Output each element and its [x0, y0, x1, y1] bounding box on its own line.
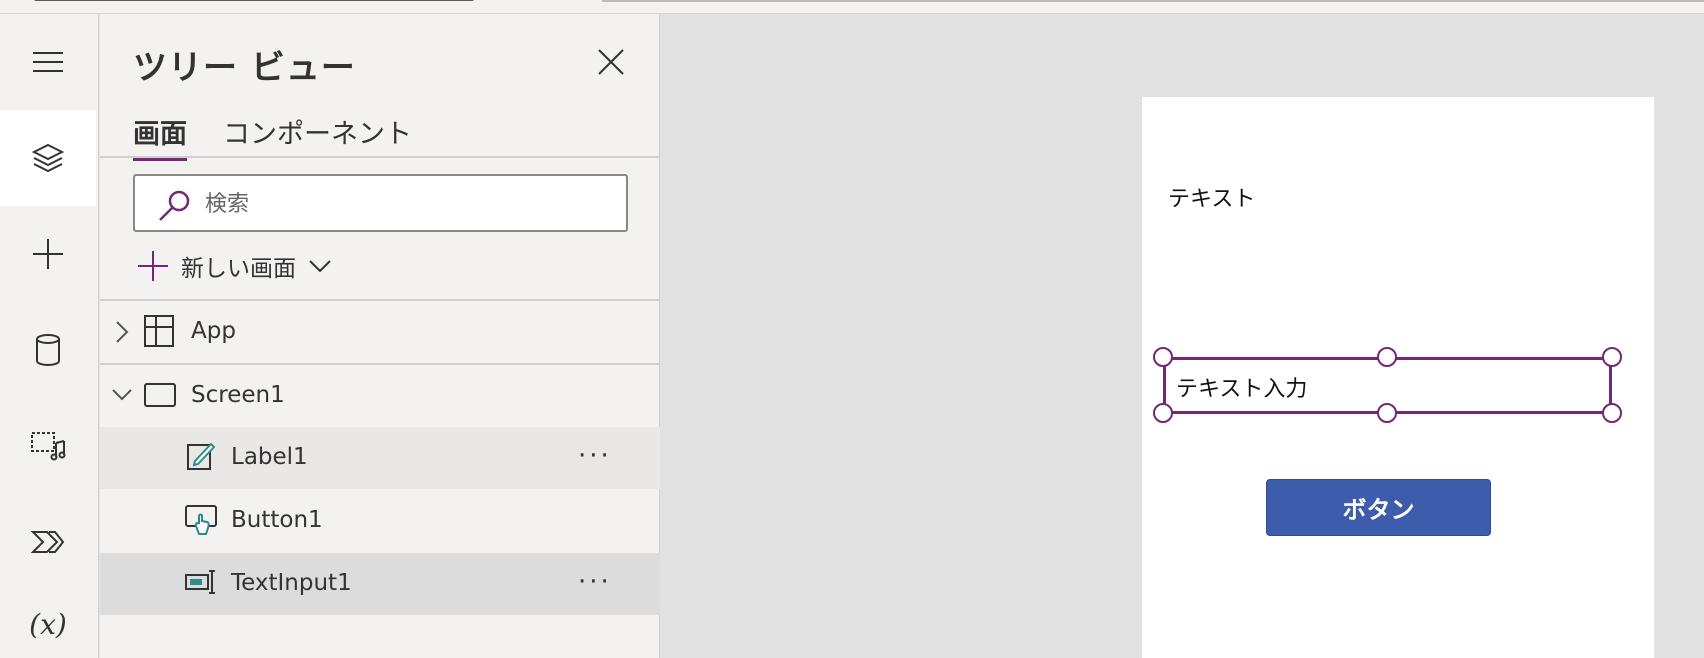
app-grid-icon: [144, 315, 174, 347]
panel-title: ツリー ビュー: [133, 48, 356, 88]
hamburger-menu-icon: [33, 52, 63, 72]
power-automate-button[interactable]: [0, 494, 96, 590]
tree-view-panel: ツリー ビュー 画面 コンポーネント 新しい画面 App Screen1 Lab…: [100, 14, 660, 658]
label-edit-icon: [187, 442, 215, 470]
database-icon: [36, 334, 60, 367]
tree-item-label: App: [191, 318, 236, 344]
resize-handle[interactable]: [1377, 347, 1397, 367]
new-screen-button[interactable]: 新しい画面: [137, 246, 332, 286]
tree-item-screen1[interactable]: Screen1: [100, 365, 660, 427]
tree-item-textinput1[interactable]: TextInput1 ···: [100, 553, 660, 615]
power-automate-icon: [31, 531, 65, 553]
search-input[interactable]: [205, 186, 605, 222]
screen-icon: [144, 383, 176, 407]
button-control[interactable]: ボタン: [1266, 479, 1491, 536]
chevron-down-icon[interactable]: [111, 388, 133, 402]
plus-icon: [138, 251, 168, 281]
more-options-icon[interactable]: ···: [578, 441, 612, 471]
close-button[interactable]: [594, 45, 628, 79]
tabs-divider: [100, 156, 660, 158]
data-button[interactable]: [0, 302, 96, 398]
top-strip: [0, 0, 1704, 14]
tree-item-label1[interactable]: Label1 ···: [100, 427, 660, 489]
new-screen-label: 新しい画面: [181, 256, 296, 282]
text-input-value: テキスト入力: [1176, 377, 1308, 402]
tree-item-app[interactable]: App: [100, 301, 660, 363]
tree-item-label: TextInput1: [231, 570, 352, 596]
resize-handle[interactable]: [1153, 403, 1173, 423]
search-icon: [159, 190, 190, 221]
plus-icon: [33, 239, 63, 269]
tree-view-button[interactable]: [0, 110, 96, 206]
top-divider: [602, 0, 1704, 2]
tree-item-label: Screen1: [191, 382, 285, 408]
left-rail: (x): [0, 14, 99, 658]
tree-item-button1[interactable]: Button1: [100, 490, 660, 552]
scroll-thumb[interactable]: [34, 0, 474, 1]
tab-components[interactable]: コンポーネント: [223, 112, 412, 157]
label-control[interactable]: テキスト: [1168, 181, 1255, 213]
more-options-icon[interactable]: ···: [578, 567, 612, 597]
variables-button[interactable]: (x): [0, 590, 96, 658]
resize-handle[interactable]: [1377, 403, 1397, 423]
tab-screens[interactable]: 画面: [133, 112, 187, 161]
button-touch-icon: [185, 505, 217, 535]
variables-icon: (x): [29, 607, 67, 641]
chevron-right-icon[interactable]: [115, 320, 129, 344]
layers-icon: [31, 143, 65, 173]
tree-item-label: Button1: [231, 507, 323, 533]
chevron-down-icon: [309, 260, 331, 273]
close-icon: [598, 49, 624, 75]
tree-item-label: Label1: [231, 444, 308, 470]
media-button[interactable]: [0, 398, 96, 494]
hamburger-menu-button[interactable]: [0, 14, 96, 110]
insert-button[interactable]: [0, 206, 96, 302]
resize-handle[interactable]: [1602, 403, 1622, 423]
resize-handle[interactable]: [1153, 347, 1173, 367]
text-input-icon: [185, 570, 215, 594]
media-icon: [31, 432, 66, 461]
search-box[interactable]: [133, 174, 628, 232]
resize-handle[interactable]: [1602, 347, 1622, 367]
